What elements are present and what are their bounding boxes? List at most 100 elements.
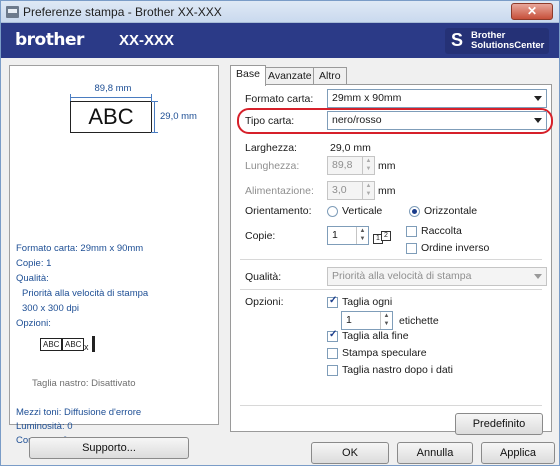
- orizzontale-radio[interactable]: [409, 206, 420, 217]
- cutter-bar-icon: [92, 336, 95, 352]
- tab-altro[interactable]: Altro: [313, 67, 347, 85]
- lunghezza-label: Lunghezza:: [245, 160, 300, 172]
- tab-base[interactable]: Base: [230, 65, 266, 86]
- stepper-buttons: ▲ ▼: [380, 312, 392, 329]
- formato-select[interactable]: 29mm x 90mm: [327, 89, 547, 108]
- copie-value: 1: [332, 229, 338, 241]
- up-arrow-icon[interactable]: ▲: [381, 312, 392, 320]
- chevron-down-icon: [534, 274, 542, 279]
- up-arrow-icon[interactable]: ▲: [357, 227, 368, 235]
- lunghezza-stepper[interactable]: 89,8 ▲ ▼: [327, 156, 375, 175]
- stepper-buttons: ▲ ▼: [362, 157, 374, 174]
- cut-mark-icon: x: [84, 342, 89, 352]
- alimentazione-label: Alimentazione:: [245, 185, 314, 197]
- width-dimension-line: [70, 94, 152, 101]
- taglia-nastro-dopo-label: Taglia nastro dopo i dati: [342, 364, 453, 376]
- close-button[interactable]: ✕: [511, 3, 553, 20]
- annulla-button[interactable]: Annulla: [397, 442, 473, 464]
- separator: [240, 289, 542, 290]
- taglia-fine-label: Taglia alla fine: [342, 330, 409, 342]
- cut-options-icon: ABC ABC x: [40, 336, 96, 356]
- window-title: Preferenze stampa - Brother XX-XXX: [23, 5, 222, 19]
- collate-icon: 1 2: [373, 231, 395, 245]
- qualita-label: Qualità:: [245, 271, 282, 283]
- qualita-select[interactable]: Priorità alla velocità di stampa: [327, 267, 547, 286]
- summary-qualita-value: Priorità alla velocità di stampa: [22, 288, 149, 299]
- verticale-label: Verticale: [342, 205, 383, 217]
- formato-value: 29mm x 90mm: [332, 92, 402, 104]
- solutions-line-2: SolutionsCenter: [471, 40, 545, 51]
- copie-label: Copie:: [245, 230, 276, 242]
- ordine-inverso-label: Ordine inverso: [421, 242, 490, 254]
- alimentazione-unit: mm: [378, 185, 396, 197]
- copie-stepper[interactable]: 1 ▲ ▼: [327, 226, 369, 245]
- brand-banner: brother XX-XXX S Brother SolutionsCenter: [1, 23, 559, 58]
- down-arrow-icon[interactable]: ▼: [381, 320, 392, 328]
- preview-height: 29,0 mm: [160, 111, 197, 122]
- summary-taglia-nastro: Taglia nastro: Disattivato: [32, 378, 136, 389]
- solutions-center-icon: S: [451, 30, 464, 50]
- chevron-down-icon: [534, 96, 542, 101]
- base-tab-panel: [230, 84, 552, 432]
- qualita-value: Priorità alla velocità di stampa: [332, 270, 472, 282]
- solutions-center-button[interactable]: S Brother SolutionsCenter: [445, 28, 549, 54]
- settings-summary-pane: 89,8 mm ABC 29,0 mm Formato carta: 29mm …: [9, 65, 219, 425]
- alimentazione-stepper[interactable]: 3,0 ▲ ▼: [327, 181, 375, 200]
- summary-luminosita: Luminosità: 0: [16, 421, 73, 432]
- orizzontale-label: Orizzontale: [424, 205, 478, 217]
- stepper-buttons: ▲ ▼: [362, 182, 374, 199]
- label-preview: ABC: [70, 101, 152, 133]
- supporto-button[interactable]: Supporto...: [29, 437, 189, 459]
- tipo-carta-value: nero/rosso: [332, 114, 382, 126]
- separator: [240, 259, 542, 260]
- down-arrow-icon[interactable]: ▼: [363, 165, 374, 173]
- taglia-nastro-dopo-checkbox[interactable]: [327, 365, 338, 376]
- tab-avanzate[interactable]: Avanzate: [262, 67, 318, 85]
- summary-formato: Formato carta: 29mm x 90mm: [16, 243, 144, 254]
- predefinito-button[interactable]: Predefinito: [455, 413, 543, 435]
- orientamento-label: Orientamento:: [245, 205, 312, 217]
- formato-label: Formato carta:: [245, 93, 314, 105]
- mini-label-a: ABC: [40, 338, 63, 351]
- taglia-fine-checkbox[interactable]: [327, 329, 338, 342]
- down-arrow-icon[interactable]: ▼: [357, 235, 368, 243]
- larghezza-label: Larghezza:: [245, 142, 297, 154]
- ordine-inverso-checkbox[interactable]: [406, 243, 417, 254]
- tipo-carta-select[interactable]: nero/rosso: [327, 111, 547, 130]
- summary-resolution: 300 x 300 dpi: [22, 303, 80, 314]
- etichette-label: etichette: [399, 315, 439, 327]
- verticale-radio[interactable]: [327, 206, 338, 217]
- taglia-ogni-value: 1: [346, 314, 352, 326]
- alimentazione-value: 3,0: [332, 184, 347, 196]
- mini-label-b: ABC: [62, 338, 85, 351]
- summary-copie: Copie: 1: [16, 258, 52, 269]
- applica-button[interactable]: Applica: [481, 442, 555, 464]
- opzioni-label: Opzioni:: [245, 296, 284, 308]
- larghezza-value: 29,0 mm: [330, 142, 371, 154]
- chevron-down-icon: [534, 118, 542, 123]
- solutions-center-label: Brother SolutionsCenter: [471, 31, 544, 51]
- up-arrow-icon[interactable]: ▲: [363, 182, 374, 190]
- model-name: XX-XXX: [119, 32, 175, 49]
- raccolta-label: Raccolta: [421, 225, 462, 237]
- printer-icon: [6, 6, 19, 18]
- stampa-speculare-checkbox[interactable]: [327, 348, 338, 359]
- tipo-carta-label: Tipo carta:: [245, 115, 295, 127]
- preview-width: 89,8 mm: [94, 83, 132, 94]
- up-arrow-icon[interactable]: ▲: [363, 157, 374, 165]
- brother-logo: brother: [15, 30, 84, 50]
- summary-opzioni-label: Opzioni:: [16, 318, 51, 329]
- stampa-speculare-label: Stampa speculare: [342, 347, 427, 359]
- summary-mezzi-toni: Mezzi toni: Diffusione d'errore: [16, 407, 142, 418]
- raccolta-checkbox[interactable]: [406, 226, 417, 237]
- ok-button[interactable]: OK: [311, 442, 389, 464]
- stepper-buttons: ▲ ▼: [356, 227, 368, 244]
- lunghezza-unit: mm: [378, 160, 396, 172]
- taglia-ogni-label: Taglia ogni: [342, 296, 393, 308]
- taglia-ogni-stepper[interactable]: 1 ▲ ▼: [341, 311, 393, 330]
- summary-qualita-label: Qualità:: [16, 273, 49, 284]
- height-dimension-line: [151, 101, 158, 133]
- print-preferences-window: Preferenze stampa - Brother XX-XXX ✕ bro…: [0, 0, 560, 466]
- down-arrow-icon[interactable]: ▼: [363, 190, 374, 198]
- taglia-ogni-checkbox[interactable]: [327, 295, 338, 308]
